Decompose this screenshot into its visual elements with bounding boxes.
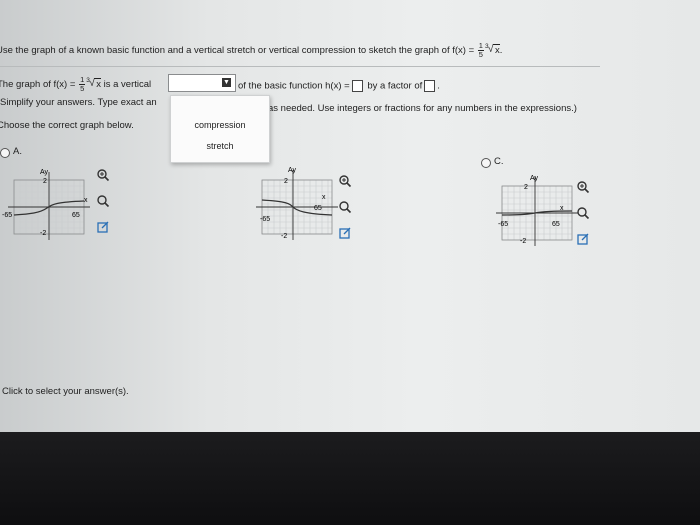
graph-b-xlabel: x [322,194,326,201]
statement-cube-root: 3 √ x [86,77,101,91]
graph-c[interactable]: Ay 2 -2 -65 65 x [488,168,588,253]
zoom-in-icon[interactable] [576,180,590,194]
option-c-label: C. [494,156,504,167]
graph-a-ylabel: Ay [40,169,49,176]
question-prompt: Use the graph of a known basic function … [0,41,503,59]
dropdown-menu: compression stretch [170,95,270,163]
header-divider [0,66,600,67]
graph-b-ylabel: Ay [288,167,297,174]
statement-fraction: 15 [79,75,86,93]
zoom-out-icon[interactable] [338,200,352,214]
graph-c-ylabel: Ay [530,175,539,182]
menu-option-compression[interactable]: compression [171,120,269,130]
zoom-in-icon[interactable] [96,168,110,182]
graph-b-ymin: -2 [281,233,287,240]
select-answer-hint: Click to select your answer(s). [2,386,129,397]
graph-c-ymin: -2 [520,238,526,245]
zoom-out-icon[interactable] [96,194,110,208]
graph-c-xmin: -65 [498,221,508,228]
factor-input[interactable] [424,80,436,92]
graph-c-xmax: 65 [552,221,560,228]
monitor-bezel [0,432,700,525]
menu-option-stretch[interactable]: stretch [171,141,269,151]
graph-a[interactable]: Ay 2 -2 -65 65 x [0,162,100,247]
simplify-instruction: Simplify your answers. Type exact an [0,97,157,108]
popout-icon[interactable] [576,232,590,246]
statement-rest: of the basic function h(x) = by a factor… [238,80,440,92]
graph-a-ymax: 2 [43,178,47,185]
graph-b-ymax: 2 [284,178,288,185]
prompt-cube-root: 3 √ x [484,43,500,57]
prompt-fraction: 15 [477,41,484,59]
graph-a-xmax: 65 [72,212,80,219]
simplify-instruction-cont: as needed. Use integers or fractions for… [268,103,577,114]
popout-icon[interactable] [96,220,110,234]
popout-icon[interactable] [338,226,352,240]
graph-b-xmax: 65 [314,205,322,212]
option-a-label: A. [13,146,22,157]
basic-function-input[interactable] [351,80,363,92]
graph-a-ymin: -2 [40,230,46,237]
graph-c-ymax: 2 [524,184,528,191]
graph-b-xmin: -65 [260,216,270,223]
graph-b[interactable]: Ay 2 -2 -65 65 x [248,162,348,247]
zoom-out-icon[interactable] [576,206,590,220]
option-a-radio[interactable] [0,148,10,158]
choose-instruction: Choose the correct graph below. [0,120,134,131]
graph-a-xlabel: x [84,197,88,204]
dropdown-arrow-icon[interactable]: ▼ [222,78,231,87]
graph-c-xlabel: x [560,205,564,212]
graph-a-xmin: -65 [2,212,12,219]
zoom-in-icon[interactable] [338,174,352,188]
option-c-radio[interactable] [481,158,491,168]
statement-lead: The graph of f(x) = 1 5 3 √ x is a vertical [0,75,152,93]
